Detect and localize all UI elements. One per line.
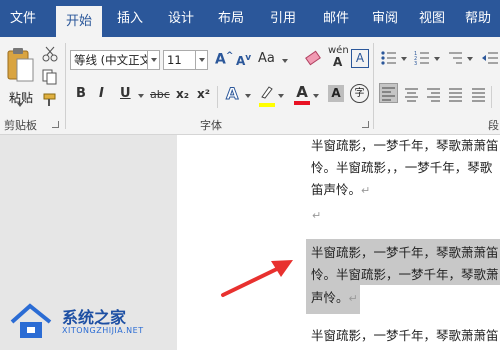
selected-line[interactable]: 怜。半窗疏影，一梦千年，琴歌萧: [311, 264, 499, 283]
superscript-button[interactable]: x²: [197, 87, 210, 101]
chevron-down-icon: [138, 94, 144, 98]
chevron-down-icon: [17, 103, 23, 107]
copy-icon[interactable]: [42, 69, 58, 85]
chevron-down-icon: [245, 94, 251, 98]
paste-button[interactable]: 粘贴: [4, 45, 38, 115]
clipboard-icon: [7, 48, 34, 82]
chevron-down-icon[interactable]: [147, 51, 159, 69]
divider: [491, 86, 492, 108]
numbering-icon[interactable]: 123: [414, 50, 434, 66]
clipboard-launcher-icon[interactable]: [52, 121, 59, 128]
group-divider: [65, 43, 66, 129]
chevron-down-icon: [313, 94, 319, 98]
ribbon-tab-bar: 文件 开始 插入 设计 布局 引用 邮件 审阅 视图 帮助: [0, 0, 500, 37]
highlight-swatch: [259, 103, 275, 107]
chevron-down-icon: [467, 57, 473, 61]
watermark-name: 系统之家: [62, 308, 127, 327]
chevron-down-icon: [278, 94, 284, 98]
align-left-icon: [382, 87, 395, 101]
align-right-icon[interactable]: [425, 85, 442, 103]
font-color-letter: A: [296, 83, 308, 101]
bullets-icon[interactable]: [381, 50, 401, 66]
bold-button[interactable]: B: [76, 86, 86, 101]
font-name-combo[interactable]: 等线 (中文正文: [70, 50, 160, 70]
phonetic-guide-letter: A: [333, 55, 343, 69]
house-logo-icon: [10, 303, 52, 338]
change-case-button[interactable]: Aa: [258, 51, 275, 66]
group-divider: [373, 43, 374, 129]
clear-formatting-icon[interactable]: [304, 49, 322, 67]
doc-line[interactable]: 半窗疏影，一梦千年，琴歌萧萧笛: [311, 325, 499, 344]
doc-line[interactable]: 怜。半窗疏影，，一梦千年，琴歌: [311, 157, 492, 176]
align-center-icon[interactable]: [403, 85, 420, 103]
tab-design[interactable]: 设计: [158, 0, 204, 37]
subscript-button[interactable]: x₂: [176, 87, 189, 101]
highlighter-icon: [261, 86, 273, 99]
chevron-down-icon: [282, 59, 288, 63]
watermark-url: XITONGZHIJIA.NET: [62, 326, 144, 335]
align-left-button[interactable]: [379, 83, 398, 103]
tab-home[interactable]: 开始: [56, 6, 102, 37]
tab-review[interactable]: 审阅: [362, 0, 408, 37]
font-color-swatch: [294, 101, 310, 105]
paragraph-group-label: 段: [488, 119, 499, 132]
tab-view[interactable]: 视图: [409, 0, 455, 37]
multilevel-list-icon[interactable]: [447, 50, 467, 66]
cut-icon[interactable]: [42, 46, 58, 62]
font-color-button[interactable]: A: [294, 83, 310, 105]
svg-text:3: 3: [414, 61, 417, 66]
ribbon: 粘贴 剪贴板 等线 (中文正文 11 A^ Av Aa wén A A B I …: [0, 37, 500, 135]
strikethrough-button[interactable]: abc: [150, 88, 170, 101]
selection-gap: [360, 285, 500, 314]
tab-file[interactable]: 文件: [0, 0, 46, 37]
font-launcher-icon[interactable]: [362, 121, 369, 128]
doc-line[interactable]: 半窗疏影，一梦千年，琴歌萧萧笛: [311, 135, 499, 154]
tab-mailings[interactable]: 邮件: [313, 0, 359, 37]
grow-font-button[interactable]: A^: [215, 51, 233, 68]
text-effects-button[interactable]: A: [225, 84, 238, 104]
decrease-indent-icon[interactable]: [481, 50, 500, 66]
selected-line[interactable]: 声怜。↵: [311, 287, 358, 306]
char-shading-button[interactable]: A: [328, 85, 344, 102]
divider: [217, 86, 218, 108]
font-name-value: 等线 (中文正文: [74, 53, 152, 67]
enclose-characters-button[interactable]: 字: [350, 84, 369, 103]
tab-layout[interactable]: 布局: [208, 0, 254, 37]
shrink-font-button[interactable]: Av: [236, 53, 251, 68]
highlight-color-button[interactable]: [259, 84, 275, 107]
format-painter-icon[interactable]: [42, 92, 58, 108]
selected-line[interactable]: 半窗疏影，一梦千年，琴歌萧萧笛: [311, 242, 499, 261]
tab-insert[interactable]: 插入: [107, 0, 153, 37]
paragraph-mark: ↵: [348, 292, 358, 305]
italic-button[interactable]: I: [99, 86, 104, 101]
doc-line[interactable]: 笛声怜。↵: [311, 179, 370, 198]
watermark: 系统之家 XITONGZHIJIA.NET: [0, 290, 175, 350]
font-group-label: 字体: [200, 119, 222, 132]
chevron-down-icon: [434, 57, 440, 61]
chevron-down-icon: [401, 57, 407, 61]
clipboard-group-label: 剪贴板: [4, 119, 37, 132]
paragraph-mark: ↵: [361, 184, 371, 197]
empty-paragraph-mark: ↵: [312, 209, 322, 222]
justify-icon[interactable]: [447, 85, 464, 103]
char-border-button[interactable]: A: [351, 49, 369, 68]
underline-button[interactable]: U: [120, 86, 131, 101]
distributed-icon[interactable]: [470, 85, 487, 103]
font-size-value: 11: [167, 53, 182, 67]
font-size-combo[interactable]: 11: [163, 50, 208, 70]
arrow-annotation-icon: [221, 260, 293, 297]
chevron-down-icon[interactable]: [195, 51, 207, 69]
tab-references[interactable]: 引用: [260, 0, 306, 37]
tab-help[interactable]: 帮助: [456, 0, 500, 37]
